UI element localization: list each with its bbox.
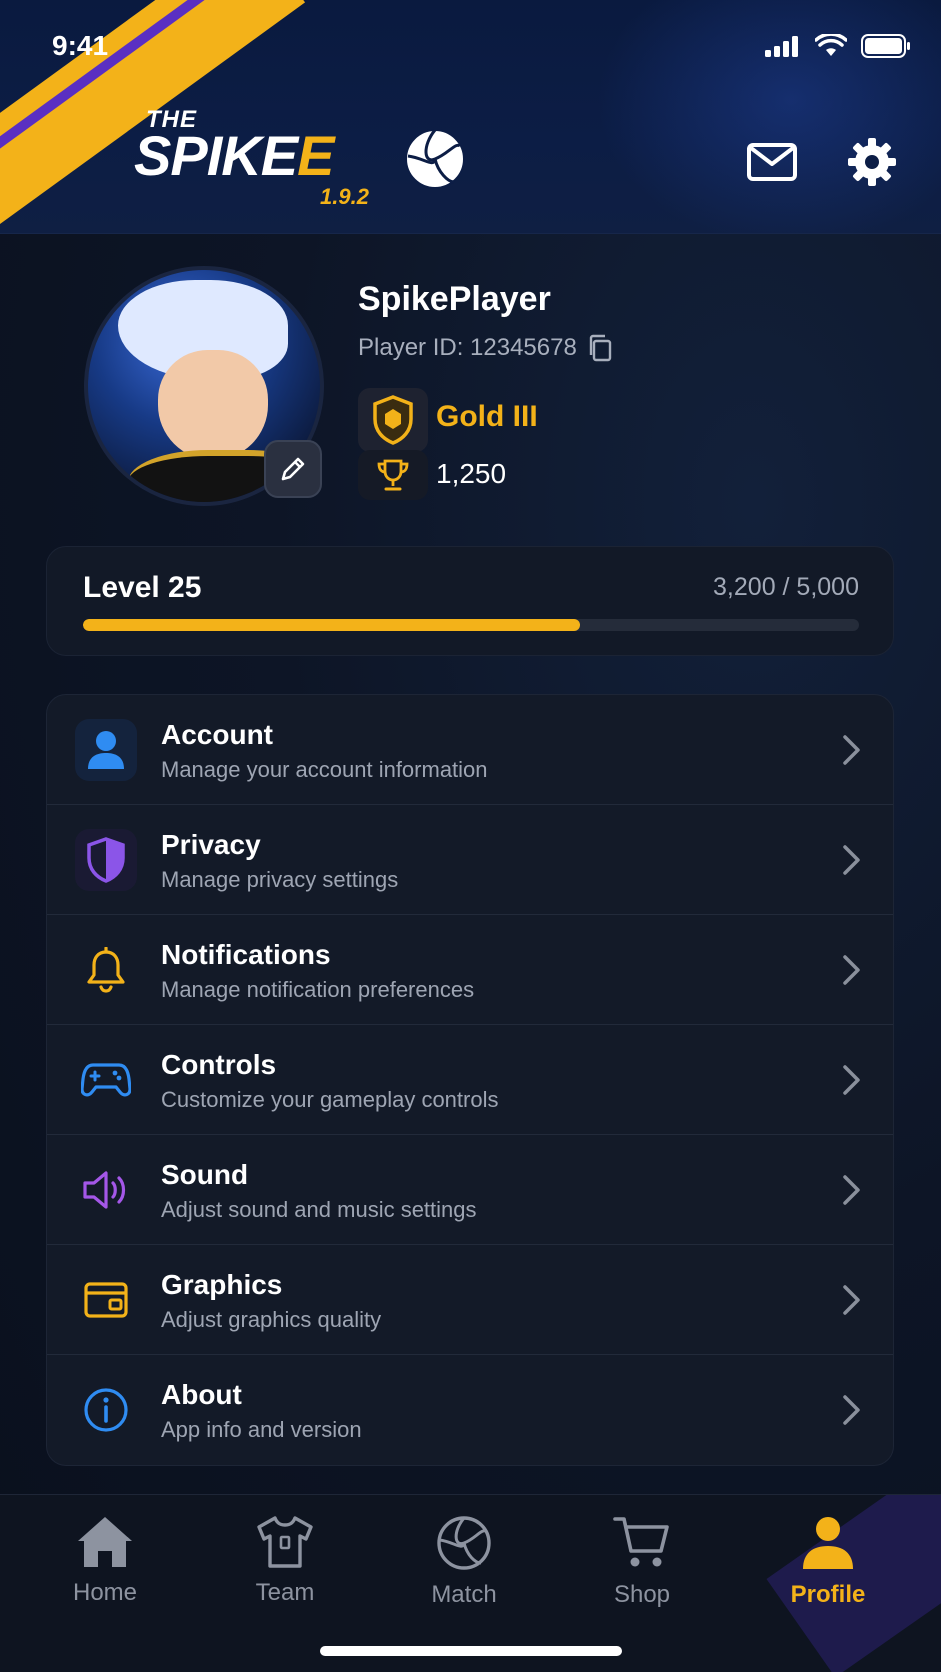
mail-button[interactable]: [744, 134, 800, 190]
wifi-icon: [815, 34, 847, 56]
menu-item-title: Controls: [161, 1049, 277, 1080]
nav-match[interactable]: Match: [394, 1515, 534, 1625]
nav-label: Profile: [790, 1581, 866, 1608]
graphics-card-icon: [75, 1269, 137, 1331]
menu-item-sound[interactable]: Sound Adjust sound and music settings: [47, 1135, 893, 1245]
level-xp: 3,200 / 5,000: [713, 573, 859, 601]
chevron-right-icon: [843, 1285, 860, 1315]
home-indicator[interactable]: [320, 1646, 622, 1656]
menu-item-subtitle: Manage privacy settings: [161, 867, 399, 892]
logo-e: E: [297, 124, 334, 187]
status-time: 9:41: [52, 30, 109, 61]
rank-shield-icon: [373, 395, 413, 445]
level-progress-fill: [83, 619, 580, 631]
header: 9:41 THE SPIKEE 1.9.2: [0, 0, 941, 234]
user-icon: [75, 719, 137, 781]
chevron-right-icon: [843, 1175, 860, 1205]
mail-icon: [747, 143, 797, 181]
shield-icon: [75, 829, 137, 891]
chevron-right-icon: [843, 1065, 860, 1095]
home-icon: [78, 1517, 132, 1567]
battery-icon: [861, 34, 910, 58]
nav-label: Shop: [613, 1581, 671, 1608]
bell-icon: [75, 939, 137, 1001]
status-icons: [765, 34, 911, 58]
avatar-face: [158, 350, 268, 460]
menu-item-graphics[interactable]: Graphics Adjust graphics quality: [47, 1245, 893, 1355]
nav-label: Team: [255, 1579, 315, 1606]
menu-item-title: Graphics: [161, 1269, 283, 1300]
level-progress-bar: [83, 619, 859, 631]
copy-icon[interactable]: [587, 334, 613, 362]
menu-item-title: Account: [161, 719, 273, 750]
nav-shop[interactable]: Shop: [572, 1515, 712, 1625]
player-name: SpikePlayer: [358, 280, 551, 318]
rank-label: Gold III: [436, 400, 538, 433]
chevron-right-icon: [843, 1395, 860, 1425]
info-icon: [75, 1379, 137, 1441]
menu-item-title: Privacy: [161, 829, 261, 860]
person-icon: [803, 1517, 853, 1569]
menu-item-subtitle: Adjust graphics quality: [161, 1307, 382, 1332]
jersey-icon: [257, 1516, 313, 1568]
pencil-icon: [281, 457, 305, 481]
chevron-right-icon: [843, 955, 860, 985]
menu-item-title: Sound: [161, 1159, 249, 1190]
menu-item-subtitle: Manage notification preferences: [161, 977, 475, 1002]
chevron-right-icon: [843, 735, 860, 765]
trophy-count: 1,250: [436, 458, 507, 489]
level-label: Level 25: [83, 571, 202, 604]
level-card: Level 25 3,200 / 5,000: [46, 546, 894, 656]
speaker-icon: [75, 1159, 137, 1221]
menu-item-privacy[interactable]: Privacy Manage privacy settings: [47, 805, 893, 915]
logo-spike: SPIKE: [134, 124, 298, 187]
trophy-badge: [358, 450, 428, 500]
menu-item-controls[interactable]: Controls Customize your gameplay control…: [47, 1025, 893, 1135]
profile-screen: 9:41 THE SPIKEE 1.9.2 SpikePlayer Player…: [0, 0, 941, 1672]
trophy-icon: [377, 459, 409, 491]
nav-label: Match: [431, 1581, 497, 1608]
gear-icon: [848, 138, 896, 186]
menu-item-subtitle: Manage your account information: [161, 757, 488, 782]
player-id-row: Player ID: 12345678: [358, 334, 613, 362]
menu-item-title: Notifications: [161, 939, 331, 970]
nav-home[interactable]: Home: [35, 1515, 175, 1625]
rank-badge: [358, 388, 428, 452]
cellular-signal-icon: [765, 36, 798, 57]
menu-item-account[interactable]: Account Manage your account information: [47, 695, 893, 805]
player-id: Player ID: 12345678: [358, 334, 577, 361]
logo-wordmark: SPIKEE: [134, 124, 334, 187]
menu-item-notifications[interactable]: Notifications Manage notification prefer…: [47, 915, 893, 1025]
volleyball-icon: [437, 1516, 491, 1570]
menu-item-about[interactable]: About App info and version: [47, 1355, 893, 1465]
volleyball-logo-icon: [405, 129, 465, 189]
app-version: 1.9.2: [320, 184, 369, 209]
menu-item-subtitle: Adjust sound and music settings: [161, 1197, 477, 1222]
menu-item-subtitle: Customize your gameplay controls: [161, 1087, 499, 1112]
menu-item-subtitle: App info and version: [161, 1417, 362, 1442]
settings-button[interactable]: [844, 134, 900, 190]
cart-icon: [613, 1517, 669, 1567]
app-logo: THE SPIKEE 1.9.2: [134, 104, 474, 214]
gamepad-icon: [75, 1049, 137, 1111]
edit-avatar-button[interactable]: [264, 440, 322, 498]
nav-team[interactable]: Team: [215, 1515, 355, 1625]
nav-profile[interactable]: Profile: [758, 1515, 898, 1625]
chevron-right-icon: [843, 845, 860, 875]
settings-menu: Account Manage your account information …: [46, 694, 894, 1466]
menu-item-title: About: [161, 1379, 242, 1410]
nav-label: Home: [72, 1579, 138, 1606]
